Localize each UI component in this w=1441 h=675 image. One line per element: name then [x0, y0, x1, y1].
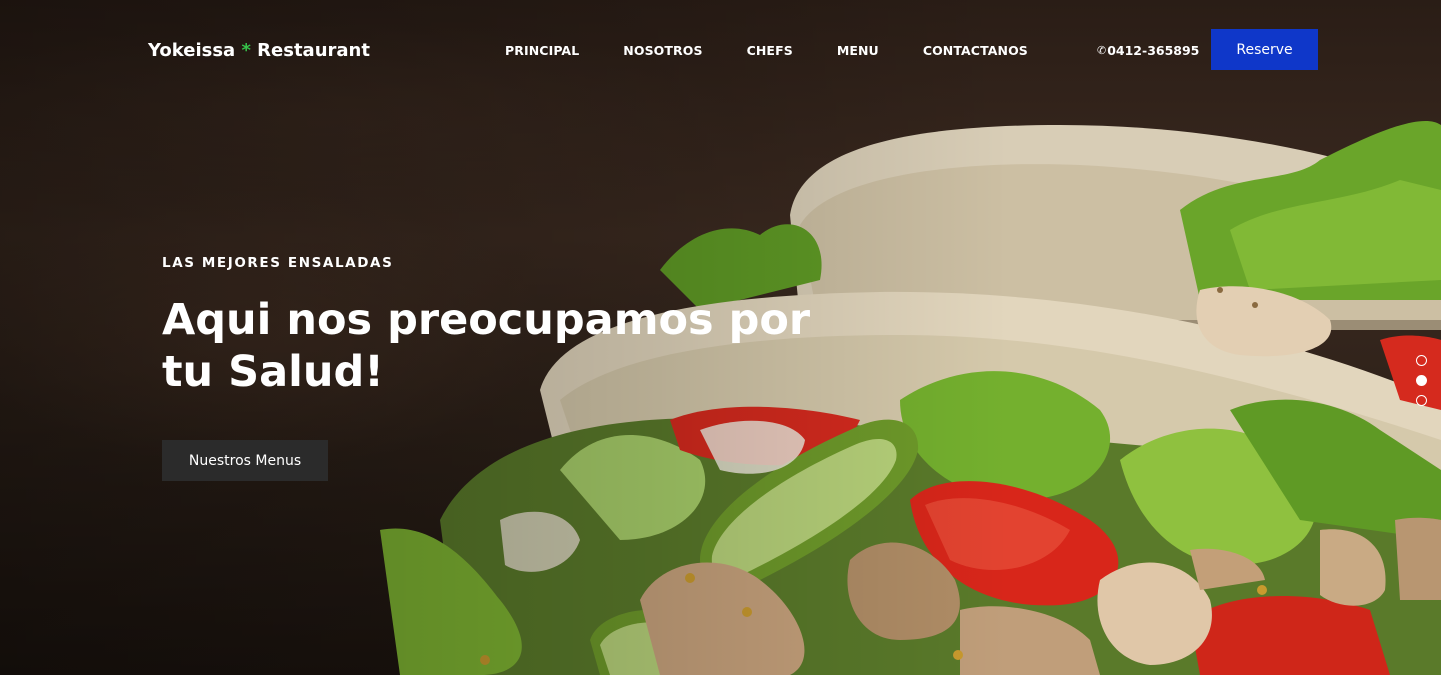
slider-dot-2[interactable] [1416, 375, 1427, 386]
phone-number: 0412-365895 [1107, 43, 1200, 58]
main-nav: PRINCIPAL NOSOTROS CHEFS MENU CONTACTANO… [505, 43, 1072, 58]
brand-name-part1: Yokeissa [148, 40, 236, 61]
nav-item-chefs[interactable]: CHEFS [747, 43, 793, 58]
nav-item-menu[interactable]: MENU [837, 43, 879, 58]
slider-dot-1[interactable] [1416, 355, 1427, 366]
phone-contact[interactable]: ✆ 0412-365895 [1097, 43, 1199, 58]
nav-item-contactanos[interactable]: CONTACTANOS [923, 43, 1028, 58]
brand-separator: * [241, 40, 251, 61]
hero-eyebrow: LAS MEJORES ENSALADAS [162, 255, 394, 271]
phone-icon: ✆ [1097, 44, 1107, 57]
reserve-button[interactable]: Reserve [1211, 29, 1318, 70]
slider-dot-3[interactable] [1416, 395, 1427, 406]
our-menus-button[interactable]: Nuestros Menus [162, 440, 328, 481]
nav-item-principal[interactable]: PRINCIPAL [505, 43, 579, 58]
slider-dots [1416, 355, 1427, 415]
hero-headline: Aqui nos preocupamos por tu Salud! [162, 295, 811, 397]
nav-item-nosotros[interactable]: NOSOTROS [623, 43, 702, 58]
brand-logo[interactable]: Yokeissa * Restaurant [148, 40, 370, 61]
brand-name-part2: Restaurant [257, 40, 370, 61]
